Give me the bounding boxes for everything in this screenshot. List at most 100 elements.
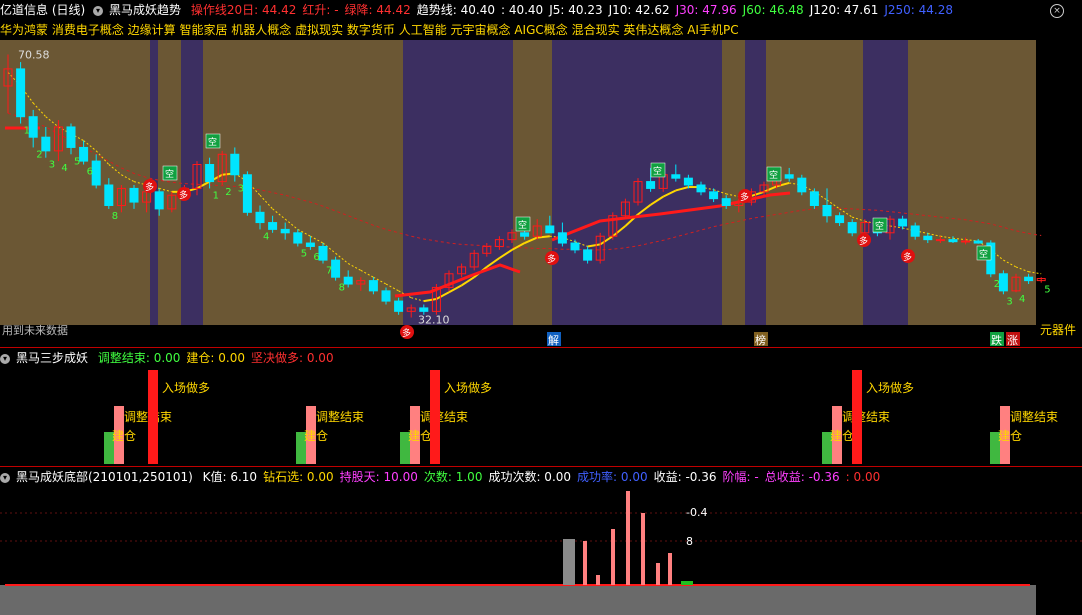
entry-label: 入场做多 <box>866 380 914 395</box>
candle-body <box>847 222 857 234</box>
sequence-number: 7 <box>326 266 332 277</box>
price-chart[interactable]: 123 45681 2 345 678 23 4570.5832.10用到未来数据 元器件多多… <box>0 40 1082 347</box>
candle-body <box>822 204 832 217</box>
pane-separator-2[interactable] <box>0 466 1082 467</box>
long-marker-text: 多 <box>859 235 868 247</box>
header-value-5: J5: 40.23 <box>549 3 603 17</box>
long-marker-text: 多 <box>179 189 188 201</box>
sub2-title[interactable]: 黑马成妖底部(210101,250101) <box>16 470 193 484</box>
indicator-menu-icon[interactable]: ▾ <box>93 5 104 16</box>
candle-body <box>129 187 139 203</box>
adjust-label: 调整结束 <box>420 409 468 424</box>
candle-body <box>242 174 252 213</box>
indicator-name[interactable]: 黑马成妖趋势 <box>109 3 181 17</box>
candle-body <box>28 116 38 138</box>
candle-body <box>961 240 971 243</box>
entry-label: 入场做多 <box>162 380 210 395</box>
sub2-value-2: 持股天: 10.00 <box>339 470 418 484</box>
sub1-value-1: 建仓: 0.00 <box>186 351 245 365</box>
header-values: 操作线20日: 44.42 红升: - 绿降: 44.42 趋势线: 40.40: 4… <box>191 3 959 17</box>
bottom-bar-pink <box>583 541 587 585</box>
sequence-number: 6 <box>87 167 93 178</box>
candle-body <box>255 211 265 224</box>
candle-body <box>973 240 983 244</box>
candle-body <box>835 215 845 224</box>
long-marker-text: 多 <box>740 191 749 203</box>
entry-bar <box>852 370 862 464</box>
sub1-title[interactable]: 黑马三步成妖 <box>16 351 88 365</box>
build-label: 建仓 <box>112 429 136 443</box>
candle-body <box>784 174 794 179</box>
candle-body <box>230 153 240 176</box>
sub2-values: K值: 6.10 钻石选: 0.00 持股天: 10.00 次数: 1.00 成功次数:… <box>203 470 887 484</box>
adjust-label: 调整结束 <box>316 409 364 424</box>
candle-body <box>79 146 89 162</box>
candle-body <box>318 245 328 261</box>
stock-title[interactable]: 亿道信息 (日线) <box>0 3 85 17</box>
long-marker-text: 多 <box>903 251 912 263</box>
candle-body <box>545 225 555 234</box>
candle-body <box>998 273 1008 292</box>
close-icon[interactable]: × <box>1050 4 1064 18</box>
sequence-number: 2 <box>36 149 42 160</box>
candle-body <box>16 68 26 118</box>
candle-body <box>66 126 76 148</box>
sequence-number: 6 <box>313 252 319 263</box>
short-marker-text: 空 <box>979 248 988 260</box>
bottom-bar-pink <box>656 563 660 585</box>
short-marker-text: 空 <box>875 220 884 232</box>
sub2-value-0: K值: 6.10 <box>202 470 258 484</box>
sub1-header: ▾ 黑马三步成妖 调整结束: 0.00 建仓: 0.00 坚决做多: 0.00 <box>0 350 346 366</box>
three-step-chart[interactable]: 建仓调整结束入场做多建仓调整结束建仓调整结束入场做多建仓调整结束入场做多建仓调整… <box>0 366 1082 466</box>
sequence-number: 5 <box>1044 285 1050 296</box>
entry-bar <box>430 370 440 464</box>
sequence-number: 8 <box>112 211 118 222</box>
short-marker-text: 空 <box>165 168 174 180</box>
sub2-menu-icon[interactable]: ▾ <box>0 472 10 483</box>
header-value-7: J30: 47.96 <box>675 3 737 17</box>
header-value-1: 红升: - <box>302 3 339 17</box>
candle-body <box>104 184 114 206</box>
sub1-menu-icon[interactable]: ▾ <box>0 353 10 364</box>
band-7 <box>552 40 722 325</box>
tag-jie: 解 <box>548 333 559 347</box>
sub2-value-8: 总收益: -0.36 <box>764 470 840 484</box>
header-value-3: 趋势线: 40.40 <box>416 3 495 17</box>
pane-separator[interactable] <box>0 347 1082 348</box>
short-marker-text: 空 <box>769 169 778 181</box>
candle-body <box>280 228 290 234</box>
bottom-bar-pink <box>611 529 615 585</box>
candle-body <box>809 191 819 206</box>
adjust-label: 调整结束 <box>1010 409 1058 424</box>
future-data-label: 用到未来数据 <box>2 323 68 337</box>
candle-body <box>570 242 580 251</box>
sequence-number: 4 <box>1019 294 1025 305</box>
sub2-value-5: 成功率: 0.00 <box>577 470 648 484</box>
baseline-area <box>0 585 1036 615</box>
sub2-value-6: 收益: -0.36 <box>653 470 717 484</box>
candle-body <box>368 280 378 292</box>
long-marker-text: 多 <box>402 327 411 339</box>
candle-body <box>583 249 593 261</box>
candle-body <box>293 232 303 244</box>
bottom-indicator-chart[interactable]: -0.4 8 <box>0 485 1082 615</box>
candle-body <box>268 222 278 230</box>
candle-body <box>948 239 958 243</box>
sequence-number: 1 <box>24 126 30 137</box>
band-12 <box>908 40 973 325</box>
value-label-2: 8 <box>686 535 693 548</box>
bottom-bar-pink <box>641 513 645 585</box>
adjust-label: 调整结束 <box>842 409 890 424</box>
candle-body <box>1024 276 1034 282</box>
candle-body <box>381 290 391 302</box>
sub1-values: 调整结束: 0.00 建仓: 0.00 坚决做多: 0.00 <box>98 351 340 365</box>
sequence-number: 3 <box>49 160 55 171</box>
band-8 <box>722 40 745 325</box>
concept-tags: 华为鸿蒙 消费电子概念 边缘计算 智能家居 机器人概念 虚拟现实 数字货币 人工… <box>0 23 739 37</box>
candle-body <box>709 191 719 200</box>
header-value-2: 绿降: 44.42 <box>344 3 411 17</box>
long-marker-text: 多 <box>145 181 154 193</box>
build-label: 建仓 <box>408 429 432 443</box>
entry-label: 入场做多 <box>444 380 492 395</box>
header-value-4: : 40.40 <box>500 3 544 17</box>
